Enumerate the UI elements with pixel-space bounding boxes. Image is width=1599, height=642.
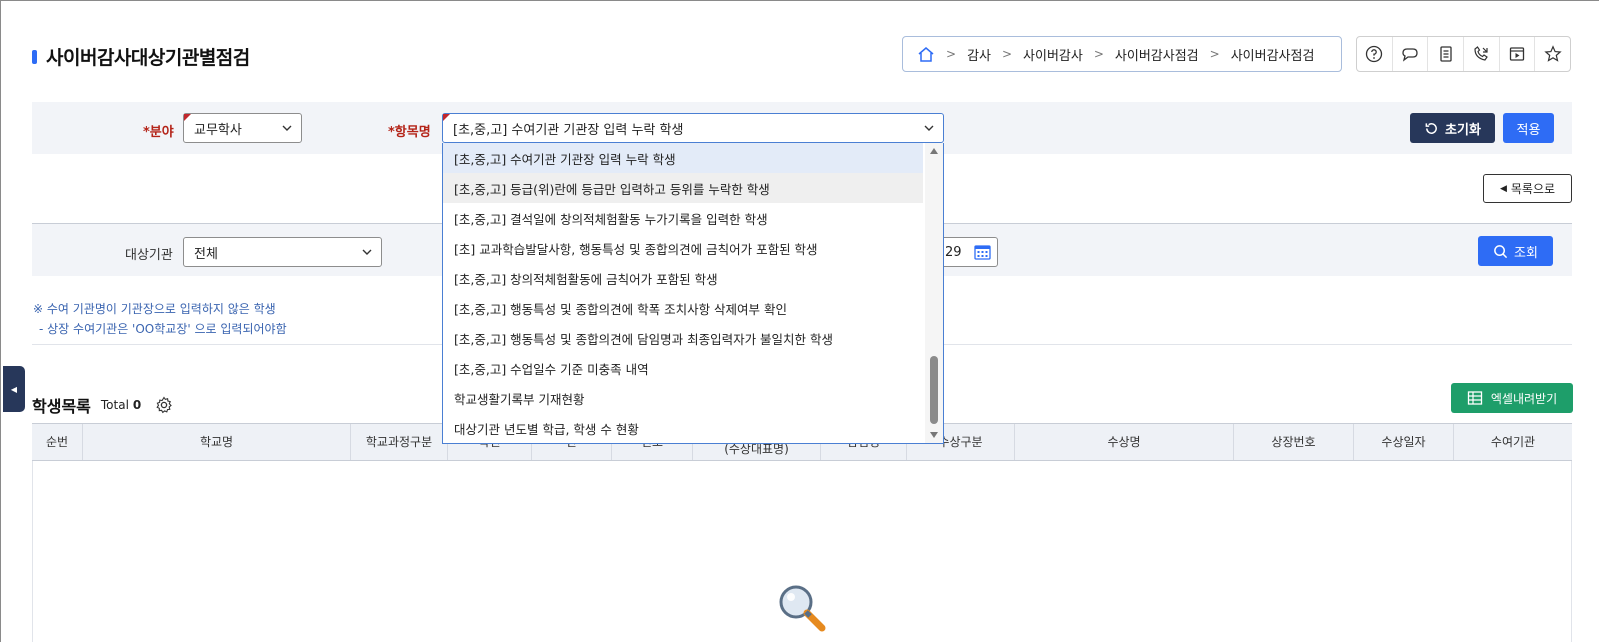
breadcrumb-item[interactable]: 사이버감사점검 xyxy=(1231,45,1315,64)
dropdown-option[interactable]: [초,중,고] 수여기관 기관장 입력 누락 학생 xyxy=(443,143,923,173)
dropdown-option[interactable]: [초,중,고] 수업일수 기준 미충족 내역 xyxy=(443,353,923,383)
field-select-value: 교무학사 xyxy=(194,122,242,138)
dropdown-option[interactable]: [초,중,고] 결석일에 창의적체험활동 누가기록을 입력한 학생 xyxy=(443,203,923,233)
column-header: 수상일자 xyxy=(1354,424,1454,460)
chat-icon[interactable] xyxy=(1393,37,1429,71)
star-icon[interactable] xyxy=(1535,37,1570,71)
column-header: 수여기관 xyxy=(1490,434,1536,449)
field-select[interactable]: 교무학사 xyxy=(183,113,302,143)
dropdown-option[interactable]: [초] 교과학습발달사항, 행동특성 및 종합의견에 금칙어가 포함된 학생 xyxy=(443,233,923,263)
scroll-down-icon[interactable] xyxy=(930,432,938,438)
toolbar xyxy=(1356,36,1571,72)
window-frame xyxy=(0,0,1599,6)
scrollbar-thumb[interactable] xyxy=(930,356,938,424)
excel-download-button[interactable]: 엑셀내려받기 xyxy=(1451,383,1573,413)
phone-call-icon[interactable] xyxy=(1464,37,1500,71)
dropdown-option[interactable]: 대상기관 년도별 학급, 학생 수 현황 xyxy=(443,413,923,443)
apply-button-label: 적용 xyxy=(1516,122,1541,138)
chevron-down-icon xyxy=(282,125,292,131)
help-icon[interactable] xyxy=(1357,37,1393,71)
search-button-label: 조회 xyxy=(1514,245,1538,261)
apply-button[interactable]: 적용 xyxy=(1503,113,1554,143)
target-select[interactable]: 전체 xyxy=(183,237,382,267)
chevron-down-icon xyxy=(924,125,934,131)
document-icon[interactable] xyxy=(1428,37,1465,71)
target-label: 대상기관 xyxy=(125,248,173,263)
calendar-icon[interactable] xyxy=(974,244,991,260)
required-marker xyxy=(184,114,191,121)
dropdown-option[interactable]: [초,중,고] 행동특성 및 종합의견에 담임명과 최종입력자가 불일치한 학생 xyxy=(443,323,923,353)
search-icon xyxy=(1494,244,1508,258)
required-marker xyxy=(443,114,450,121)
target-select-value: 전체 xyxy=(194,246,218,262)
page-title: 사이버감사대상기관별점검 xyxy=(46,47,250,69)
magnifier-icon xyxy=(779,585,826,632)
dropdown-option[interactable]: 학교생활기록부 기재현황 xyxy=(443,383,923,413)
breadcrumb-item[interactable]: 감사 xyxy=(967,45,991,64)
total-count: 0 xyxy=(132,398,142,412)
refresh-icon xyxy=(1425,122,1437,134)
back-to-list-button[interactable]: ◀ 목록으로 xyxy=(1483,174,1572,203)
sidebar-toggle-button[interactable]: ◀ xyxy=(3,366,25,412)
total-label: Total xyxy=(100,398,129,412)
breadcrumb-separator: > xyxy=(1093,47,1104,61)
caret-left-icon: ◀ xyxy=(1499,183,1507,194)
column-header: 상장번호 xyxy=(1234,424,1354,460)
note-line: - 상장 수여기관은 'OO학교장' 으로 입력되어야함 xyxy=(39,322,287,336)
breadcrumb-separator: > xyxy=(1209,47,1220,61)
list-header: 학생목록 Total 0 xyxy=(32,393,173,417)
search-button[interactable]: 조회 xyxy=(1478,236,1553,266)
reset-button-label: 초기화 xyxy=(1445,122,1481,138)
excel-button-label: 엑셀내려받기 xyxy=(1490,391,1558,406)
reset-button[interactable]: 초기화 xyxy=(1410,113,1495,143)
breadcrumb-separator: > xyxy=(1001,47,1013,61)
date-input-value: 29 xyxy=(945,244,962,260)
gear-icon[interactable] xyxy=(155,396,173,414)
breadcrumb-item[interactable]: 사이버감사점검 xyxy=(1115,45,1199,64)
window-frame-left xyxy=(0,0,1,642)
dropdown-option[interactable]: [초,중,고] 창의적체험활동에 금칙어가 포함된 학생 xyxy=(443,263,923,293)
spreadsheet-icon xyxy=(1467,391,1483,405)
back-button-label: 목록으로 xyxy=(1510,182,1556,196)
breadcrumb-item[interactable]: 사이버감사 xyxy=(1023,45,1083,64)
dropdown-option[interactable]: [초,중,고] 행동특성 및 종합의견에 학폭 조치사항 삭제여부 확인 xyxy=(443,293,923,323)
item-dropdown-list: [초,중,고] 수여기관 기관장 입력 누락 학생 [초,중,고] 등급(위)란… xyxy=(442,143,944,444)
item-select-value: [초,중,고] 수여기관 기관장 입력 누락 학생 xyxy=(453,122,684,138)
title-marker xyxy=(32,49,37,64)
item-select[interactable]: [초,중,고] 수여기관 기관장 입력 누락 학생 xyxy=(442,113,944,143)
breadcrumb-separator: > xyxy=(946,47,957,61)
dropdown-option[interactable]: [초,중,고] 등급(위)란에 등급만 입력하고 등위를 누락한 학생 xyxy=(443,173,923,203)
page-header: 사이버감사대상기관별점검 xyxy=(32,43,250,70)
column-header: 수상명 xyxy=(1015,424,1234,460)
caret-left-icon: ◀ xyxy=(10,384,18,394)
video-play-icon[interactable] xyxy=(1500,37,1536,71)
home-icon[interactable] xyxy=(917,46,935,62)
scroll-up-icon[interactable] xyxy=(930,148,938,154)
breadcrumb: > 감사 > 사이버감사 > 사이버감사점검 > 사이버감사점검 xyxy=(902,36,1342,72)
chevron-down-icon xyxy=(362,249,372,255)
list-title: 학생목록 xyxy=(32,397,91,416)
column-header: 학교명 xyxy=(83,424,351,460)
dropdown-scrollbar[interactable] xyxy=(925,143,943,443)
field-label: *분야 xyxy=(143,125,174,140)
column-header: 학교과정구분 xyxy=(351,424,448,460)
column-header: 순번 xyxy=(32,424,83,460)
note-line: ※ 수여 기관명이 기관장으로 입력하지 않은 학생 xyxy=(33,302,276,316)
item-label: *항목명 xyxy=(388,125,431,140)
